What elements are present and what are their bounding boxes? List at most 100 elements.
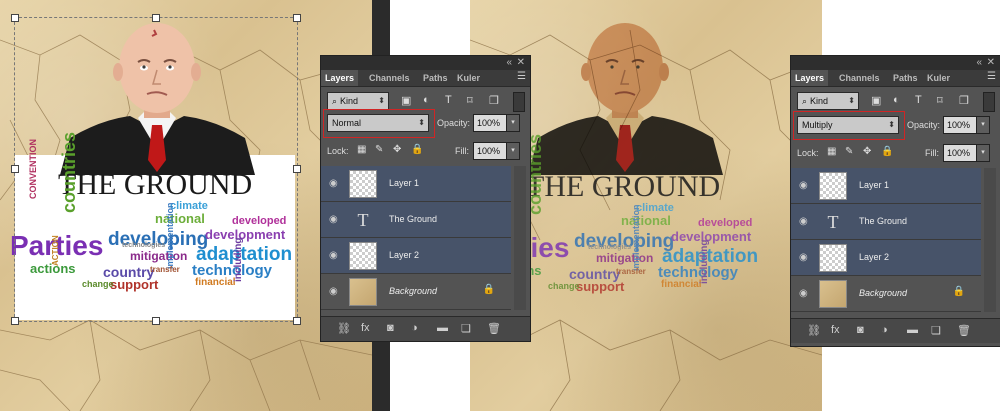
close-icon[interactable]: ✕ [987,57,995,68]
lock-pixels-icon[interactable]: ✎ [375,144,383,155]
layers-panel-multiply[interactable]: «✕ Layers Channels Paths Kuler ☰ ⌕ Kind ⬍ ▣ ◐ T ⌑ ❐ Mu… [790,55,1000,347]
tab-layers[interactable]: Layers [791,70,829,86]
new-layer-icon[interactable]: ❏ [931,324,941,337]
fill-dropdown-icon[interactable]: ▾ [976,144,990,162]
transform-handle[interactable] [11,317,19,325]
new-group-icon[interactable]: ▬ [907,324,918,336]
smart-object-filter-icon[interactable]: ❐ [959,94,969,107]
smart-object-filter-icon[interactable]: ❐ [489,94,499,107]
tab-channels[interactable]: Channels [365,70,414,86]
visibility-eye-icon[interactable]: ◉ [799,288,808,299]
panel-menu-icon[interactable]: ☰ [517,71,526,82]
transform-handle[interactable] [293,14,301,22]
tab-paths[interactable]: Paths [419,70,452,86]
layer-filter-kind-select[interactable]: ⌕ Kind ⬍ [327,92,389,110]
layer-name[interactable]: Background [859,288,907,298]
image-filter-icon[interactable]: ▣ [401,94,411,107]
search-icon: ⌕ [802,96,808,106]
layer-name[interactable]: Layer 2 [859,252,889,262]
fill-input[interactable]: 100% ▾ [473,142,520,160]
transform-handle[interactable] [293,165,301,173]
layer-row[interactable]: ◉ Background 🔒 [791,276,981,312]
layer-name[interactable]: Layer 1 [389,178,419,188]
layer-row[interactable]: ◉ T The Ground [791,204,981,240]
layer-row[interactable]: ◉ Layer 2 [791,240,981,276]
layers-scrollbar[interactable] [514,166,526,310]
collapse-icon[interactable]: « [976,57,982,68]
fill-dropdown-icon[interactable]: ▾ [506,142,520,160]
layer-thumbnail [349,170,377,198]
fill-input[interactable]: 100% ▾ [943,144,990,162]
add-mask-icon[interactable]: ◙ [857,324,864,336]
transform-handle[interactable] [11,165,19,173]
image-filter-icon[interactable]: ▣ [871,94,881,107]
lock-all-icon[interactable]: 🔒 [881,146,893,157]
layer-row[interactable]: ◉ Layer 1 [321,166,511,202]
lock-position-icon[interactable]: ✥ [393,144,401,155]
lock-all-icon[interactable]: 🔒 [411,144,423,155]
canvas-left[interactable]: THE GROUND Parties developing adaptation co… [0,0,372,411]
adjustment-filter-icon[interactable]: ◐ [893,94,900,106]
link-layers-icon[interactable]: ⛓ [337,322,351,335]
visibility-eye-icon[interactable]: ◉ [329,214,338,225]
add-mask-icon[interactable]: ◙ [387,322,394,334]
layers-scrollbar[interactable] [984,168,996,312]
panel-menu-icon[interactable]: ☰ [987,71,996,82]
lock-transparency-icon[interactable]: ▦ [357,144,366,155]
collapse-icon[interactable]: « [506,57,512,68]
chevron-updown-icon: ⬍ [378,96,385,105]
layers-panel-normal[interactable]: «✕ Layers Channels Paths Kuler ☰ ⌕ Kind ⬍ ▣ ◐ T ⌑ ❐ No… [320,55,531,342]
visibility-eye-icon[interactable]: ◉ [799,180,808,191]
layer-name[interactable]: Layer 1 [859,180,889,190]
visibility-eye-icon[interactable]: ◉ [799,216,808,227]
lock-transparency-icon[interactable]: ▦ [827,146,836,157]
type-filter-icon[interactable]: T [915,94,922,106]
delete-layer-icon[interactable]: 🗑 [957,324,971,337]
close-icon[interactable]: ✕ [517,57,525,68]
link-layers-icon[interactable]: ⛓ [807,324,821,337]
filter-toggle[interactable] [513,92,525,112]
visibility-eye-icon[interactable]: ◉ [329,250,338,261]
adjustment-filter-icon[interactable]: ◐ [423,94,430,106]
layer-row[interactable]: ◉ Layer 1 [791,168,981,204]
layer-style-fx-icon[interactable]: fx [831,324,840,336]
visibility-eye-icon[interactable]: ◉ [329,178,338,189]
adjustment-layer-icon[interactable]: ◑ [881,324,888,336]
layer-row[interactable]: ◉ Layer 2 [321,238,511,274]
layer-name[interactable]: The Ground [389,214,437,224]
lock-position-icon[interactable]: ✥ [863,146,871,157]
new-group-icon[interactable]: ▬ [437,322,448,334]
type-filter-icon[interactable]: T [445,94,452,106]
transform-handle[interactable] [152,14,160,22]
transform-handle[interactable] [11,14,19,22]
tab-layers[interactable]: Layers [321,70,359,86]
layer-name[interactable]: The Ground [859,216,907,226]
tab-channels[interactable]: Channels [835,70,884,86]
tab-kuler[interactable]: Kuler [923,70,954,86]
tab-paths[interactable]: Paths [889,70,922,86]
delete-layer-icon[interactable]: 🗑 [487,322,501,335]
shape-filter-icon[interactable]: ⌑ [467,94,473,107]
word-cloud-word: support [576,279,625,294]
layer-filter-kind-select[interactable]: ⌕ Kind ⬍ [797,92,859,110]
opacity-dropdown-icon[interactable]: ▾ [976,116,990,134]
new-layer-icon[interactable]: ❏ [461,322,471,335]
visibility-eye-icon[interactable]: ◉ [329,286,338,297]
transform-bounding-box[interactable] [14,17,298,322]
layer-name[interactable]: Layer 2 [389,250,419,260]
opacity-input[interactable]: 100% ▾ [473,114,520,132]
transform-handle[interactable] [152,317,160,325]
layer-style-fx-icon[interactable]: fx [361,322,370,334]
layer-name[interactable]: Background [389,286,437,296]
lock-pixels-icon[interactable]: ✎ [845,146,853,157]
tab-kuler[interactable]: Kuler [453,70,484,86]
transform-handle[interactable] [293,317,301,325]
layer-row[interactable]: ◉ Background 🔒 [321,274,511,310]
opacity-input[interactable]: 100% ▾ [943,116,990,134]
shape-filter-icon[interactable]: ⌑ [937,94,943,107]
filter-toggle[interactable] [983,92,995,112]
visibility-eye-icon[interactable]: ◉ [799,252,808,263]
adjustment-layer-icon[interactable]: ◑ [411,322,418,334]
layer-row[interactable]: ◉ T The Ground [321,202,511,238]
opacity-dropdown-icon[interactable]: ▾ [506,114,520,132]
